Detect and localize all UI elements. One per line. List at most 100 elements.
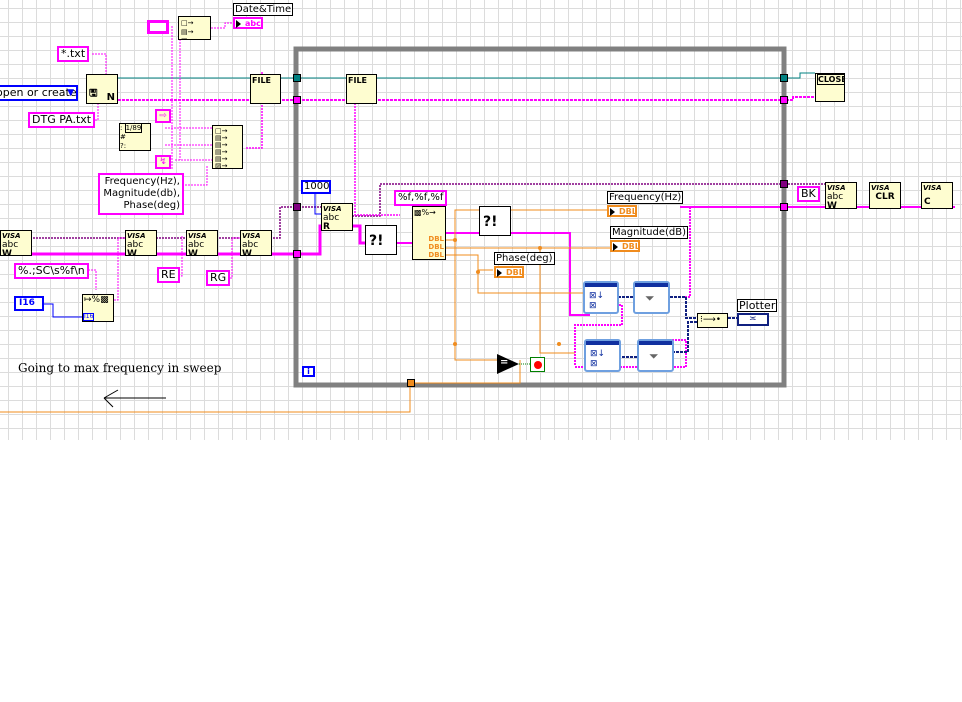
i16-const[interactable]: I16 (14, 296, 44, 311)
date-time-indicator-label: Date&Time (233, 3, 294, 16)
error-handler-icon: ?! (483, 214, 498, 230)
operation-enum-value: open or create (0, 86, 77, 99)
dropdown-arrow-icon[interactable]: ▼ (67, 87, 74, 99)
visa-error-tunnel-in (293, 250, 301, 258)
comment-text: Going to max frequency in sweep (18, 361, 222, 375)
error-tunnel-in (293, 96, 301, 104)
pattern-const[interactable]: *.txt (57, 46, 90, 62)
empty-string-const[interactable] (147, 20, 169, 34)
scan-from-string-node[interactable]: ▩%→ DBL DBL DBL (412, 206, 446, 260)
phase-indicator-label: Phase(deg) (494, 252, 555, 265)
write-file-node-1[interactable]: FILE (250, 74, 281, 104)
rg-const[interactable]: RG (206, 270, 231, 286)
phase-indicator[interactable]: DBL (494, 266, 524, 278)
magnitude-indicator[interactable]: DBL (610, 240, 640, 252)
open-file-icon[interactable]: 🖫 N (86, 74, 118, 104)
visa-read-node[interactable]: VISA abc R (321, 203, 353, 231)
error-string-wire[interactable] (682, 207, 691, 298)
build-xy-subvi-2[interactable]: ⊠↓ ⊠ (584, 339, 621, 372)
filter-subvi-1[interactable]: ⏷ (633, 281, 670, 314)
write-letter: W (827, 201, 837, 209)
scan-format-const[interactable]: %f,%f,%f (394, 190, 448, 206)
datetime-wire[interactable] (211, 22, 234, 29)
visa-close-node[interactable]: VISA C (921, 182, 953, 209)
frequency-indicator[interactable]: DBL (607, 205, 637, 217)
format-date-time-node[interactable]: □→▤→▨→ (178, 16, 211, 40)
date-time-indicator[interactable]: abc (233, 17, 263, 29)
equal-symbol: = (500, 357, 509, 368)
concat-glyph: □→ ▤→ ▤→ ▤→ ▤→ ▨→ (215, 127, 228, 169)
refnum-tunnel-in (293, 74, 301, 82)
close-file-node[interactable]: CLOSE (815, 73, 845, 102)
plotter-indicator[interactable]: ≍ (737, 313, 769, 326)
open-file-glyph: 🖫 (89, 88, 98, 99)
format-into-string-node[interactable]: ↦%▩ I16 (82, 294, 114, 322)
wire-layer (0, 22, 955, 413)
i16-wire[interactable] (42, 303, 83, 318)
format-date-time-glyph: □→▤→▨→ (181, 19, 194, 39)
bk-const[interactable]: BK (797, 186, 820, 202)
write-letter: W (188, 249, 198, 256)
build-xy-subvi-1[interactable]: ⊠↓ ⊠ (583, 281, 619, 314)
frequency-indicator-label: Frequency(Hz) (607, 191, 684, 204)
visa-clear-node[interactable]: VISA CLR (869, 182, 901, 209)
get-date-time-node[interactable]: : 1/89 # ?: 10:21 (119, 123, 151, 151)
write-letter: W (2, 249, 12, 256)
i16-terminal-label: I16 (83, 313, 95, 321)
format-string-const[interactable]: %.;SC\s%f\n (14, 263, 89, 279)
xy-glyph: ⊠↓ ⊠ (589, 291, 605, 311)
close-letter: C (924, 197, 931, 207)
close-file-label: CLOSE (817, 74, 844, 85)
visa-error-tunnel-out (780, 203, 788, 211)
byte-count-const[interactable]: 1000 (301, 180, 331, 194)
filter-subvi-2[interactable]: ⏷ (637, 339, 674, 372)
filename-const[interactable]: DTG PA.txt (28, 112, 96, 128)
shift-register-tunnel (407, 379, 415, 387)
error-handler-icon: ?! (369, 233, 384, 249)
clr-label: CLR (875, 192, 895, 202)
refnum-tunnel-out (780, 74, 788, 82)
stop-icon (534, 361, 542, 369)
format-glyph: ↦%▩ (84, 295, 109, 305)
write-file-node-2[interactable]: FILE (346, 74, 377, 104)
re-const[interactable]: RE (157, 267, 180, 283)
filter-glyph: ⏷ (645, 291, 655, 305)
magnitude-indicator-label: Magnitude(dB) (610, 226, 688, 239)
open-file-n-label: N (106, 92, 115, 103)
header-const[interactable]: Frequency(Hz), Magnitude(db), Phase(deg) (98, 173, 184, 215)
plotter-indicator-label: Plotter (737, 299, 778, 312)
simple-error-handler-2[interactable]: ?! (479, 206, 511, 236)
write-letter: W (127, 249, 137, 256)
string-wire-out[interactable] (390, 206, 955, 316)
tab-const-icon[interactable]: ↯ (155, 155, 171, 169)
header-line-1: Frequency(Hz), (104, 176, 180, 187)
xy-glyph: ⊠↓ ⊠ (590, 349, 606, 369)
visa-tunnel-in (293, 203, 301, 211)
visa-tunnel-out (780, 180, 788, 188)
time-label: 10:21 (120, 150, 142, 151)
concatenate-strings-node[interactable]: □→ ▤→ ▤→ ▤→ ▤→ ▨→ (212, 125, 243, 169)
date-label: 1/89 (124, 124, 143, 133)
visa-write-node-2[interactable]: VISA abc W (125, 230, 157, 256)
visa-write-node-4[interactable]: VISA abc W (240, 230, 272, 256)
error-tunnel-out (780, 96, 788, 104)
read-letter: R (323, 222, 330, 231)
file-error-wire[interactable] (118, 96, 815, 101)
visa-write-node-3[interactable]: VISA abc W (186, 230, 218, 256)
simple-error-handler-1[interactable]: ?! (365, 225, 397, 255)
header-line-2: Magnitude(db), (103, 188, 180, 199)
scan-glyph: ▩%→ (414, 208, 436, 217)
iteration-terminal: i (302, 366, 315, 377)
header-wires[interactable] (165, 24, 212, 186)
scan-out-3: DBL (428, 251, 444, 259)
stop-condition-terminal[interactable] (530, 357, 545, 372)
true-const-icon[interactable]: ⇨ (155, 109, 171, 123)
visa-write-node-1[interactable]: VISA abc W (0, 230, 32, 256)
build-array-node[interactable]: ⁝⟶• (697, 313, 728, 328)
file-label-2: FILE (348, 76, 368, 85)
write-letter: W (242, 249, 252, 256)
visa-write-node-5[interactable]: VISA abc W (825, 182, 857, 209)
operation-enum[interactable]: open or create ▼ (0, 85, 78, 101)
refnum-wire[interactable] (118, 72, 815, 79)
comment-arrow (103, 389, 166, 408)
